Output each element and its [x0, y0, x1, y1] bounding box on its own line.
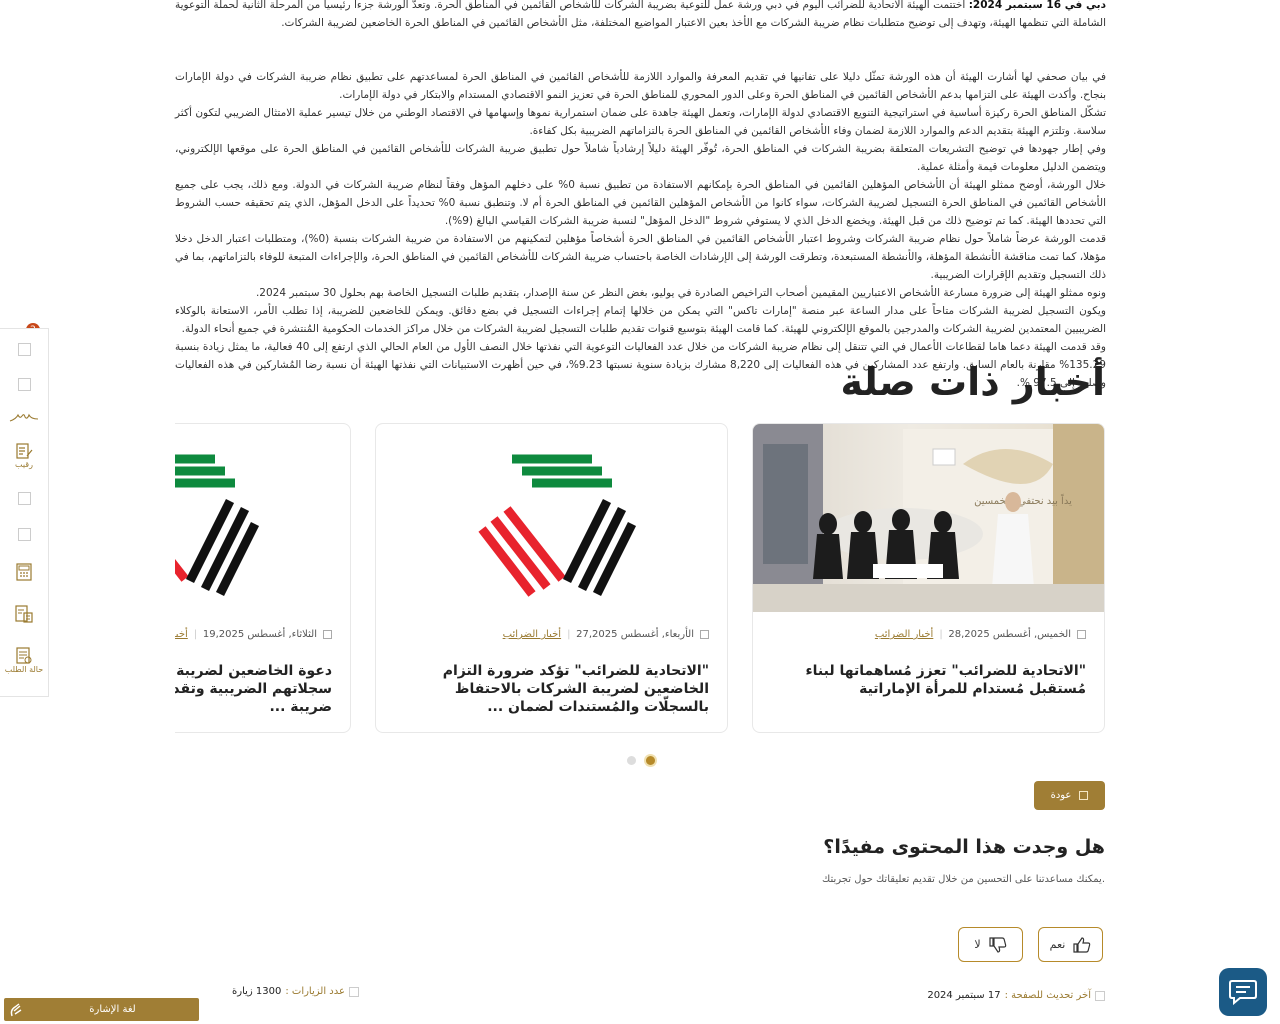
news-card-title[interactable]: "الاتحادية للضرائب" تعزز مُساهماتها لبنا… — [771, 662, 1087, 698]
visit-count-value: 1300 زيارة — [232, 986, 282, 997]
feedback-no-label: لا — [974, 938, 981, 951]
news-card-meta: الخميس, أغسطس 28,2025 | أخبار الضرائب — [875, 629, 1086, 640]
sidebar-item-signature[interactable] — [0, 409, 48, 425]
article-paragraph: ونوه ممثلو الهيئة إلى ضرورة مسارعة الأشخ… — [255, 287, 1106, 299]
signature-icon — [9, 413, 39, 422]
article-paragraph: قدمت الورشة عرضاً شاملاً حول نظام ضريبة … — [175, 233, 1107, 281]
sidebar-item-2[interactable] — [0, 378, 48, 391]
article-paragraph: ويكون التسجيل لضريبة الشركات متاحاً على … — [175, 305, 1106, 335]
related-news-title: أخبار ذات صلة — [840, 360, 1105, 404]
sign-language-label: لغة الإشارة — [89, 1004, 136, 1015]
calendar-icon — [1077, 630, 1086, 639]
sidebar-label-request-status: حالة الطلب — [4, 665, 44, 674]
news-card-date: الأربعاء, أغسطس 27,2025 — [576, 629, 694, 640]
article-dateline: دبي في 16 سبتمبر 2024: — [968, 0, 1107, 11]
chat-bubble-icon — [1229, 980, 1257, 1006]
feedback-yes-label: نعم — [1049, 938, 1066, 951]
request-status-icon — [16, 647, 32, 664]
sidebar-item-5[interactable] — [0, 492, 48, 505]
carousel-dot[interactable] — [627, 756, 636, 765]
feedback-title: هل وجدت هذا المحتوى مفيدًا؟ — [823, 836, 1105, 858]
news-card-meta: الأربعاء, أغسطس 27,2025 | أخبار الضرائب — [503, 629, 709, 640]
calculator-icon — [16, 563, 32, 581]
news-card-title[interactable]: "الاتحادية للضرائب" تؤكد ضرورة التزام ال… — [394, 662, 709, 716]
news-card-date: الثلاثاء, أغسطس 19,2025 — [202, 629, 317, 640]
sidebar-item-calculator[interactable] — [0, 563, 48, 581]
calendar-icon — [323, 630, 332, 639]
document-edit-icon — [16, 443, 33, 459]
news-card-tag[interactable]: أخبار الضرائب — [875, 629, 934, 640]
calendar-icon — [1095, 990, 1105, 1001]
visit-count: عدد الزيارات : 1300 زيارة — [232, 986, 359, 997]
article-paragraph: دبي في 16 سبتمبر 2024: اختتمت الهيئة الا… — [175, 0, 1107, 29]
calendar-icon — [700, 630, 709, 639]
news-card-tag[interactable]: أخبار الضرائب — [503, 629, 562, 640]
last-updated-value: 17 سبتمبر 2024 — [927, 990, 1001, 1001]
thumbs-up-icon — [1073, 936, 1091, 953]
feedback-no-button[interactable]: لا — [958, 927, 1023, 962]
article-paragraph: خلال الورشة، أوضح ممثلو الهيئة أن الأشخا… — [175, 179, 1106, 227]
news-card[interactable]: الأربعاء, أغسطس 27,2025 | أخبار الضرائب … — [375, 423, 728, 733]
news-card-tag[interactable]: أخبار الضرائب — [175, 629, 188, 640]
placeholder-icon — [17, 343, 31, 356]
sidebar-item-tax-calc[interactable] — [0, 605, 48, 623]
news-card-meta: الثلاثاء, أغسطس 19,2025 | أخبار الضرائب — [175, 629, 332, 640]
sign-language-button[interactable]: لغة الإشارة — [4, 998, 199, 1021]
placeholder-icon — [17, 528, 31, 541]
article-body: دبي في 16 سبتمبر 2024: اختتمت الهيئة الا… — [175, 0, 1106, 392]
news-card-title[interactable]: دعوة الخاضعين لضريبة الشركات لتحديث سجلا… — [175, 662, 332, 716]
article-paragraph: وفي إطار جهودها في توضيح التشريعات المتع… — [175, 143, 1106, 173]
sidebar-item-6[interactable] — [0, 528, 48, 541]
news-card-image: يداً بيد نحتفي بالخمسين — [753, 424, 1104, 612]
tax-document-icon — [15, 605, 33, 623]
news-card-image — [175, 424, 350, 612]
quick-access-sidebar: رقيب حالة الطلب — [0, 328, 49, 697]
carousel-dot-active[interactable] — [646, 756, 655, 765]
chat-support-button[interactable] — [1219, 968, 1267, 1016]
last-updated-label: آخر تحديث للصفحة : — [1004, 990, 1091, 1001]
eye-icon — [348, 986, 359, 997]
news-card[interactable]: الثلاثاء, أغسطس 19,2025 | أخبار الضرائب … — [175, 423, 351, 733]
placeholder-icon — [17, 492, 31, 505]
news-card-image — [376, 424, 727, 612]
news-card-date: الخميس, أغسطس 28,2025 — [948, 629, 1071, 640]
back-button-label: عودة — [1050, 790, 1072, 801]
feedback-subtitle: يمكنك مساعدتنا على التحسين من خلال تقديم… — [822, 874, 1105, 885]
carousel-pagination — [627, 756, 655, 765]
article-paragraph: في بيان صحفي لها أشارت الهيئة أن هذه الو… — [175, 71, 1106, 101]
news-card[interactable]: يداً بيد نحتفي بالخمسين الخميس, أغسطس 28… — [752, 423, 1105, 733]
sidebar-item-raqeeb[interactable]: رقيب — [0, 442, 48, 469]
placeholder-icon — [17, 378, 31, 391]
sidebar-item-request-status[interactable]: حالة الطلب — [0, 647, 48, 674]
sidebar-label-raqeeb: رقيب — [15, 460, 33, 469]
sidebar-item-1[interactable] — [0, 343, 48, 356]
feedback-yes-button[interactable]: نعم — [1038, 927, 1103, 962]
thumbs-down-icon — [989, 936, 1006, 953]
back-arrow-icon — [1079, 791, 1089, 800]
related-news-carousel[interactable]: يداً بيد نحتفي بالخمسين الخميس, أغسطس 28… — [175, 423, 1106, 738]
fta-logo-icon — [175, 454, 260, 597]
back-button[interactable]: عودة — [1034, 781, 1105, 810]
visit-count-label: عدد الزيارات : — [285, 986, 345, 997]
event-photo-icon: يداً بيد نحتفي بالخمسين — [753, 424, 1104, 612]
article-paragraph: تشكّل المناطق الحرة ركيزة أساسية في استر… — [175, 107, 1106, 137]
sign-language-hand-icon — [10, 1002, 22, 1016]
last-updated: آخر تحديث للصفحة : 17 سبتمبر 2024 — [927, 990, 1105, 1001]
fta-logo-icon — [478, 454, 637, 597]
